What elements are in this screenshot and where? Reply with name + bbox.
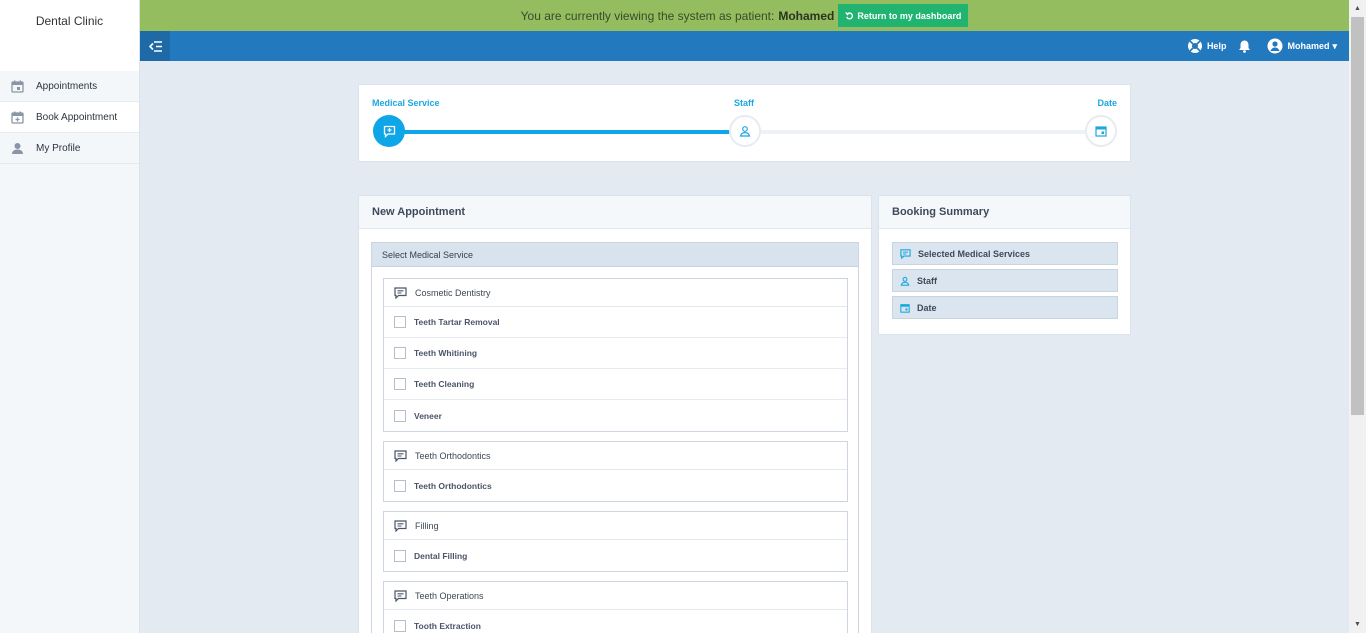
service-option-teeth-tartar-removal[interactable]: Teeth Tartar Removal bbox=[384, 307, 847, 338]
booking-summary-panel: Booking Summary Selected Medical Service… bbox=[878, 195, 1131, 335]
calendar-icon bbox=[1095, 126, 1107, 137]
service-option-teeth-whitining[interactable]: Teeth Whitining bbox=[384, 338, 847, 369]
comment-icon bbox=[394, 286, 407, 299]
stepper-progress-complete bbox=[389, 130, 745, 134]
user-name: Mohamed bbox=[1287, 41, 1330, 51]
return-label: Return to my dashboard bbox=[857, 10, 962, 21]
booking-summary-title: Booking Summary bbox=[879, 196, 1130, 229]
service-group-header: Filling bbox=[384, 512, 847, 540]
summary-date[interactable]: Date bbox=[892, 296, 1118, 319]
comment-plus-icon bbox=[383, 125, 395, 138]
lifebuoy-icon bbox=[1187, 39, 1202, 53]
comment-icon bbox=[394, 449, 407, 462]
service-group-name: Cosmetic Dentistry bbox=[415, 287, 491, 298]
service-option-tooth-extraction[interactable]: Tooth Extraction bbox=[384, 610, 847, 633]
service-group-cosmetic-dentistry: Cosmetic Dentistry Teeth Tartar Removal … bbox=[383, 278, 848, 432]
service-checkbox[interactable] bbox=[394, 316, 406, 328]
page-scrollbar[interactable]: ▲ ▼ bbox=[1349, 0, 1366, 633]
calendar-icon bbox=[900, 303, 910, 313]
service-group-filling: Filling Dental Filling bbox=[383, 511, 848, 572]
service-checkbox[interactable] bbox=[394, 347, 406, 359]
sidebar-item-label: My Profile bbox=[36, 142, 81, 154]
user-icon bbox=[10, 141, 24, 155]
service-label: Veneer bbox=[414, 410, 442, 421]
scroll-thumb[interactable] bbox=[1351, 17, 1364, 415]
summary-label: Staff bbox=[917, 275, 937, 286]
service-group-name: Teeth Operations bbox=[415, 590, 484, 601]
help-link[interactable]: Help bbox=[1187, 38, 1227, 54]
step-date[interactable] bbox=[1085, 115, 1117, 147]
service-option-teeth-orthodontics[interactable]: Teeth Orthodontics bbox=[384, 470, 847, 501]
scroll-up-arrow-icon[interactable]: ▲ bbox=[1349, 0, 1366, 17]
help-label: Help bbox=[1206, 41, 1227, 51]
top-header: Help Mohamed ▾ bbox=[140, 31, 1349, 61]
service-label: Dental Filling bbox=[414, 550, 468, 561]
step-medical-service[interactable] bbox=[373, 115, 405, 147]
summary-label: Date bbox=[917, 302, 937, 313]
return-to-dashboard-button[interactable]: Return to my dashboard bbox=[838, 4, 969, 27]
step-label-staff: Staff bbox=[734, 98, 754, 108]
service-checkbox[interactable] bbox=[394, 378, 406, 390]
new-appointment-title: New Appointment bbox=[359, 196, 871, 229]
service-group-header: Teeth Operations bbox=[384, 582, 847, 610]
summary-staff[interactable]: Staff bbox=[892, 269, 1118, 292]
user-circle-icon bbox=[1267, 38, 1283, 54]
sidebar: Dental Clinic Appointments Book Appointm… bbox=[0, 0, 140, 633]
service-checkbox[interactable] bbox=[394, 549, 406, 562]
service-label: Tooth Extraction bbox=[414, 620, 481, 631]
service-group-teeth-operations: Teeth Operations Tooth Extraction bbox=[383, 581, 848, 633]
service-group-teeth-orthodontics: Teeth Orthodontics Teeth Orthodontics bbox=[383, 441, 848, 502]
service-label: Teeth Cleaning bbox=[414, 379, 475, 389]
comment-icon bbox=[394, 589, 407, 602]
service-label: Teeth Tartar Removal bbox=[414, 317, 500, 327]
sidebar-toggle-button[interactable] bbox=[140, 31, 170, 61]
calendar-icon bbox=[10, 79, 24, 93]
calendar-plus-icon bbox=[10, 110, 24, 124]
step-label-medical-service: Medical Service bbox=[372, 98, 440, 108]
sidebar-item-label: Appointments bbox=[36, 80, 98, 92]
service-option-veneer[interactable]: Veneer bbox=[384, 400, 847, 431]
booking-stepper: Medical Service Staff Date bbox=[358, 84, 1131, 162]
service-label: Teeth Orthodontics bbox=[414, 480, 492, 491]
step-staff[interactable] bbox=[729, 115, 761, 147]
comment-icon bbox=[900, 248, 911, 259]
step-label-date: Date bbox=[1097, 98, 1117, 108]
comment-icon bbox=[394, 519, 407, 532]
caret-down-icon: ▾ bbox=[1332, 40, 1337, 51]
service-checkbox[interactable] bbox=[394, 409, 406, 422]
stepper-progress-remaining bbox=[745, 130, 1101, 134]
user-outline-icon bbox=[900, 276, 910, 286]
service-option-teeth-cleaning[interactable]: Teeth Cleaning bbox=[384, 369, 847, 400]
service-checkbox[interactable] bbox=[394, 479, 406, 492]
sidebar-item-label: Book Appointment bbox=[36, 111, 118, 123]
impersonation-notice: You are currently viewing the system as … bbox=[140, 0, 1349, 31]
summary-selected-medical-services[interactable]: Selected Medical Services bbox=[892, 242, 1118, 265]
service-group-header: Cosmetic Dentistry bbox=[384, 279, 847, 307]
service-label: Teeth Whitining bbox=[414, 348, 478, 358]
medical-service-section: Select Medical Service Cosmetic Dentistr… bbox=[371, 242, 859, 633]
service-checkbox[interactable] bbox=[394, 619, 406, 632]
sidebar-item-book-appointment[interactable]: Book Appointment bbox=[0, 102, 139, 133]
service-group-header: Teeth Orthodontics bbox=[384, 442, 847, 470]
scroll-down-arrow-icon[interactable]: ▼ bbox=[1349, 616, 1366, 633]
sidebar-item-my-profile[interactable]: My Profile bbox=[0, 133, 139, 164]
select-medical-service-heading: Select Medical Service bbox=[372, 243, 858, 267]
patient-name: Mohamed bbox=[778, 8, 835, 23]
service-group-name: Teeth Orthodontics bbox=[415, 450, 491, 461]
user-menu[interactable]: Mohamed ▾ bbox=[1267, 38, 1337, 54]
service-group-name: Filling bbox=[415, 520, 439, 531]
collapse-menu-icon bbox=[148, 40, 162, 52]
new-appointment-panel: New Appointment Select Medical Service C… bbox=[358, 195, 872, 633]
bell-icon bbox=[1239, 40, 1251, 53]
clinic-brand: Dental Clinic bbox=[0, 0, 139, 71]
user-outline-icon bbox=[739, 126, 751, 137]
notifications-button[interactable] bbox=[1238, 39, 1255, 53]
summary-label: Selected Medical Services bbox=[918, 248, 1031, 259]
service-option-dental-filling[interactable]: Dental Filling bbox=[384, 540, 847, 571]
notice-text: You are currently viewing the system as … bbox=[520, 8, 775, 23]
sidebar-item-appointments[interactable]: Appointments bbox=[0, 71, 139, 102]
undo-icon bbox=[845, 11, 854, 20]
